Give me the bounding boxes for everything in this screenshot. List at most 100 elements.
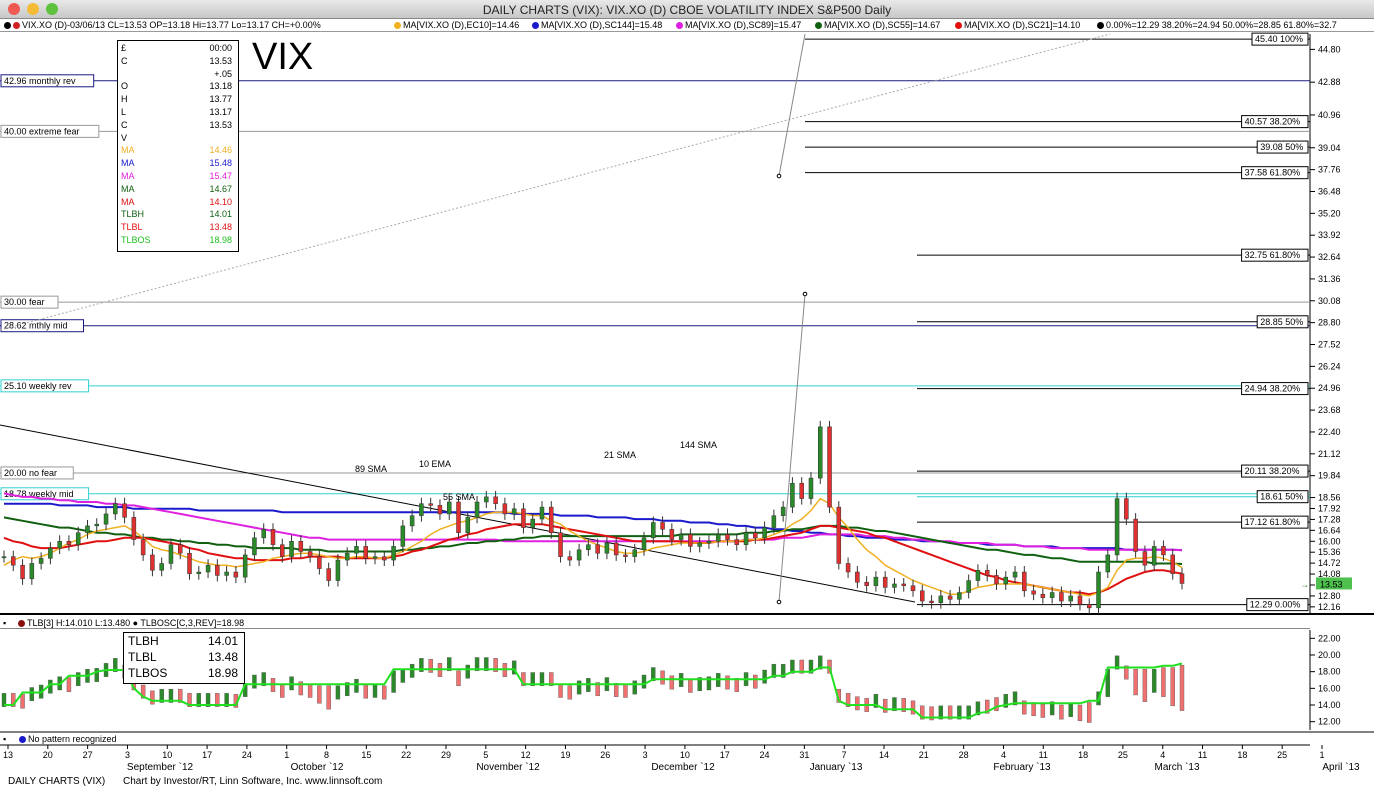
tlb-box (335, 685, 341, 700)
fib-level-label: 20.11 38.20% (1245, 466, 1300, 476)
candle-body (113, 503, 118, 515)
candle-body (484, 496, 489, 503)
tlb-box (882, 698, 888, 713)
data-window-label: V (121, 132, 128, 143)
candle-body (1179, 573, 1185, 584)
tlb-box (567, 685, 573, 700)
tlb-box (669, 675, 675, 690)
month-label: January `13 (810, 761, 863, 773)
tlb-box (280, 683, 285, 698)
data-window-value: 13.53 (209, 55, 232, 66)
candle-body (855, 571, 860, 583)
candle-body (539, 506, 545, 520)
price-tick-label: 19.84 (1318, 471, 1341, 481)
date-tick-label: 11 (1198, 750, 1207, 760)
candle-body (966, 580, 971, 593)
panel-menu-icon[interactable]: ▪ (3, 618, 6, 628)
candle-body (743, 532, 749, 545)
symbol-watermark: VIX (252, 36, 314, 78)
fib-anchor-line (778, 293, 806, 603)
month-label: February `13 (993, 761, 1051, 773)
tlb-box (1151, 668, 1157, 693)
fib-anchor-point (802, 291, 808, 297)
tlb-box (326, 685, 331, 710)
data-window-label: MA (121, 183, 135, 194)
candle-body (317, 556, 322, 569)
data-window-label: TLBH (121, 209, 145, 220)
fib-level-label: 17.12 61.80% (1245, 517, 1301, 527)
candle-body (1012, 571, 1018, 578)
candle-body (382, 556, 387, 561)
last-value-arrow: → (1300, 579, 1309, 589)
price-tick-label: 23.68 (1318, 405, 1341, 415)
candle-body (567, 556, 573, 561)
tlb-box (994, 697, 999, 712)
candle-body (604, 542, 610, 554)
data-window-value: 15.48 (209, 158, 232, 169)
candle-body (818, 426, 823, 479)
tlb-box (558, 683, 563, 698)
date-tick-label: 4 (1001, 750, 1006, 760)
tlb-box (252, 674, 257, 689)
candle-body (882, 576, 888, 588)
price-tick-label: 35.20 (1318, 208, 1341, 218)
candle-body (1161, 546, 1166, 556)
tlb-box (910, 700, 916, 715)
candle-body (660, 522, 665, 530)
tlb-tick-label: 14.00 (1318, 700, 1341, 710)
price-tick-label: 30.08 (1318, 296, 1341, 306)
date-tick-label: 15 (361, 750, 371, 760)
candle-body (409, 515, 415, 527)
tlb-value-label: TLBH (128, 634, 159, 648)
tlb-box (1161, 667, 1166, 697)
candle-body (1142, 551, 1148, 566)
candle-body (1124, 498, 1129, 520)
price-tick-label: 21.12 (1318, 449, 1341, 459)
data-window-value: 14.10 (209, 196, 232, 207)
candle-body (1170, 554, 1175, 574)
price-tick-label: 31.36 (1318, 274, 1341, 284)
candle-body (1151, 546, 1157, 566)
data-window-label: TLBL (121, 222, 143, 233)
data-window-value: 14.67 (209, 183, 232, 194)
date-tick-label: 24 (242, 750, 252, 760)
candle-body (242, 554, 248, 578)
candle-body (307, 551, 313, 557)
tlb-box (363, 684, 368, 699)
data-window-row: MA 14.10 (121, 197, 235, 209)
data-window-row: MA 14.67 (121, 184, 235, 196)
candle-body (697, 542, 702, 547)
candle-body (11, 556, 16, 566)
date-tick-label: 10 (162, 750, 172, 760)
tlb-box (76, 672, 81, 687)
candle-body (910, 585, 916, 592)
data-window-row: MA 14.46 (121, 145, 235, 157)
price-tick-label: 28.80 (1318, 318, 1341, 328)
month-label: November `12 (476, 761, 540, 773)
date-tick-label: 3 (643, 750, 648, 760)
date-tick-label: 21 (919, 750, 929, 760)
candle-body (280, 544, 285, 557)
tlb-box (1087, 702, 1092, 723)
date-tick-label: 28 (959, 750, 969, 760)
tlb-box (465, 664, 470, 679)
data-window-label: MA (121, 171, 135, 181)
candle-body (521, 508, 526, 528)
tlb-value-row: TLBH 14.01 (128, 634, 240, 650)
date-tick-label: 20 (43, 750, 53, 760)
data-window-value: 14.46 (209, 145, 232, 156)
date-tick-label: 17 (720, 750, 730, 760)
footer-credit: Chart by Investor/RT, Linn Software, Inc… (123, 776, 383, 787)
tlb-box (354, 678, 359, 693)
candle-body (196, 571, 202, 574)
data-window-row: H 13.77 (121, 94, 235, 106)
date-tick-label: 5 (483, 750, 488, 760)
candle-body (1022, 571, 1027, 592)
candle-body (57, 541, 62, 549)
price-tick-label: 26.24 (1318, 361, 1341, 371)
ma-annotation: 55 SMA (443, 492, 475, 502)
panel-menu-icon[interactable]: ▪ (3, 734, 6, 744)
data-window-row: TLBOS 18.98 (121, 235, 235, 247)
tlb-value-label: TLBOS (128, 666, 168, 680)
price-tick-label: 40.96 (1318, 110, 1341, 120)
